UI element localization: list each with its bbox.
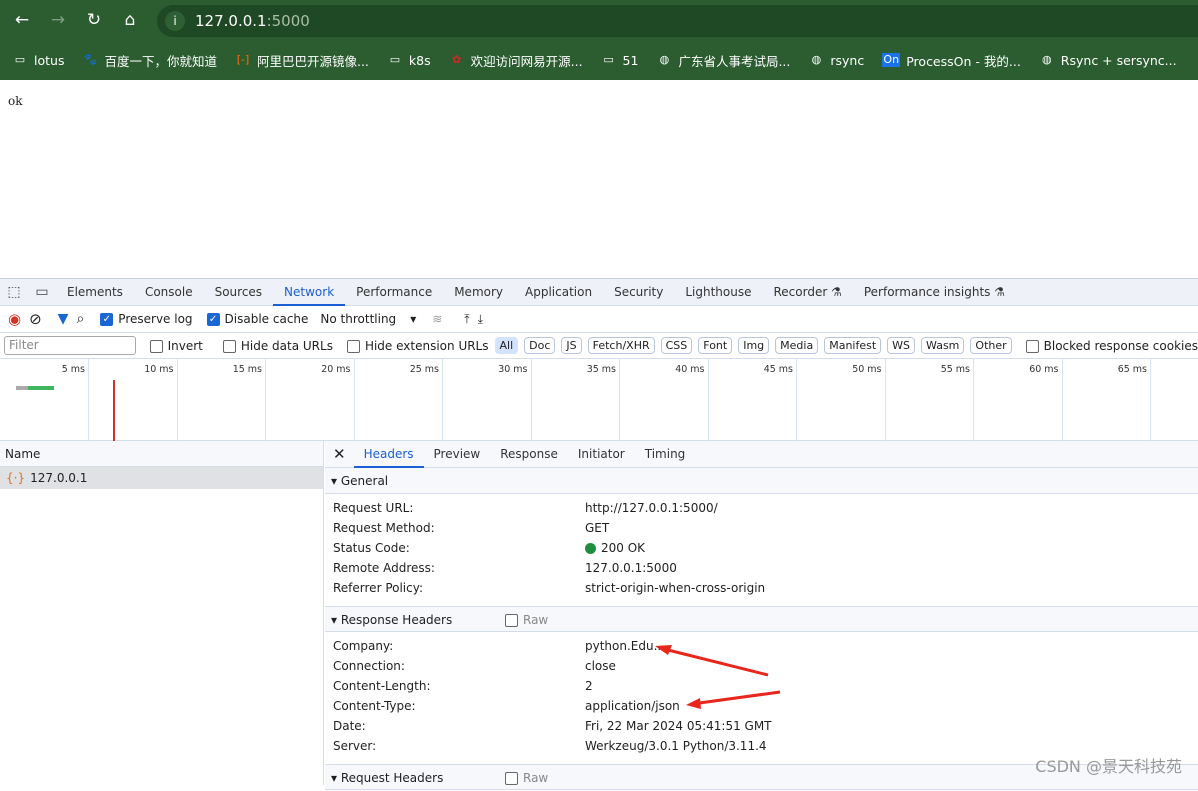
watermark: CSDN @景天科技苑 [1035,757,1182,776]
red-arrowhead [655,645,672,655]
red-arrow [691,690,781,706]
annotation-arrows [655,645,781,709]
red-arrowhead [686,698,701,709]
red-arrow [659,646,769,677]
